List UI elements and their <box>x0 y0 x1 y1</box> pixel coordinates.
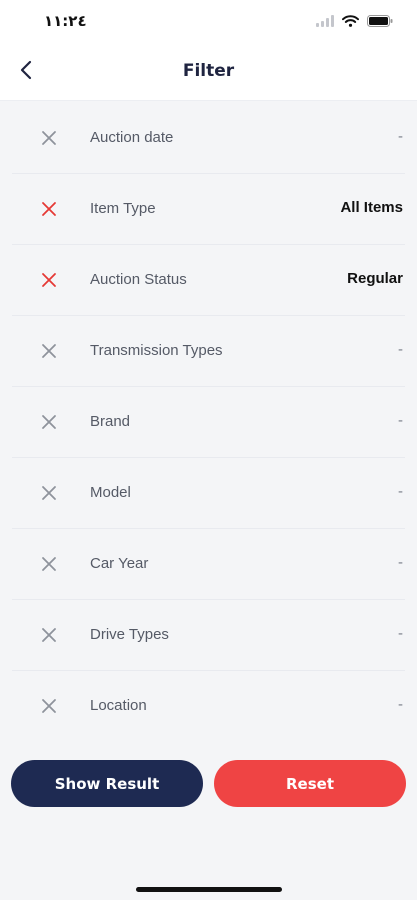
filter-label: Brand <box>90 413 131 430</box>
close-icon[interactable] <box>40 271 58 289</box>
filter-row-item-type[interactable]: Item Type All Items <box>12 174 405 245</box>
filter-list: Auction date - Item Type All Items Auction S… <box>0 103 417 741</box>
filter-label: Location <box>90 697 147 714</box>
filter-value: Regular <box>347 270 403 287</box>
status-bar: ١١:٢٤ <box>0 0 417 44</box>
filter-value: - <box>398 341 403 358</box>
filter-value: All Items <box>340 199 403 216</box>
status-time: ١١:٢٤ <box>44 12 87 30</box>
page-title: Filter <box>182 61 235 81</box>
filter-row-brand[interactable]: Brand - <box>12 387 405 458</box>
filter-row-drive-types[interactable]: Drive Types - <box>12 600 405 671</box>
home-indicator <box>136 887 282 892</box>
show-result-button[interactable]: Show Result <box>11 760 203 807</box>
filter-label: Model <box>90 484 131 501</box>
filter-value: - <box>398 554 403 571</box>
filter-label: Auction Status <box>90 271 187 288</box>
signal-icon <box>316 14 334 32</box>
filter-value: - <box>398 696 403 713</box>
filter-value: - <box>398 128 403 145</box>
close-icon[interactable] <box>40 342 58 360</box>
close-icon[interactable] <box>40 626 58 644</box>
filter-row-model[interactable]: Model - <box>12 458 405 529</box>
filter-label: Drive Types <box>90 626 169 643</box>
filter-row-car-year[interactable]: Car Year - <box>12 529 405 600</box>
close-icon[interactable] <box>40 484 58 502</box>
close-icon[interactable] <box>40 200 58 218</box>
battery-icon <box>367 14 393 32</box>
close-icon[interactable] <box>40 697 58 715</box>
filter-label: Auction date <box>90 129 174 146</box>
close-icon[interactable] <box>40 129 58 147</box>
filter-row-location[interactable]: Location - <box>12 671 405 741</box>
filter-row-auction-date[interactable]: Auction date - <box>12 103 405 174</box>
close-icon[interactable] <box>40 555 58 573</box>
filter-value: - <box>398 625 403 642</box>
filter-value: - <box>398 483 403 500</box>
status-icons <box>316 14 393 32</box>
close-icon[interactable] <box>40 413 58 431</box>
wifi-icon <box>342 14 359 32</box>
nav-bar: Filter <box>0 44 417 101</box>
filter-label: Car Year <box>90 555 149 572</box>
filter-row-transmission-types[interactable]: Transmission Types - <box>12 316 405 387</box>
reset-button[interactable]: Reset <box>214 760 406 807</box>
filter-label: Item Type <box>90 200 156 217</box>
filter-value: - <box>398 412 403 429</box>
filter-row-auction-status[interactable]: Auction Status Regular <box>12 245 405 316</box>
filter-label: Transmission Types <box>90 342 223 359</box>
